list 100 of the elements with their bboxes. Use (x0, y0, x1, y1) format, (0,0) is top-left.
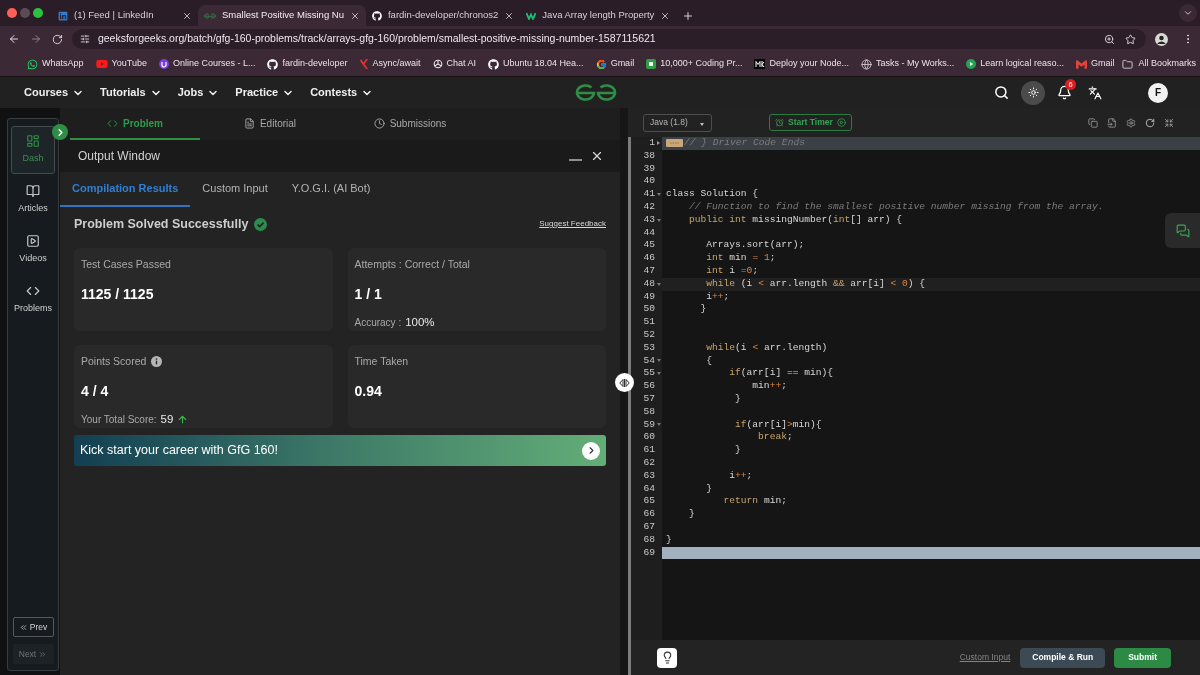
line-number: 63 (643, 469, 655, 483)
banner-arrow-button[interactable] (582, 441, 600, 460)
all-bookmarks-button[interactable]: All Bookmarks (1122, 57, 1196, 71)
browser-tab[interactable]: Java Array length Property (520, 5, 677, 26)
problem-tab[interactable]: Submissions (340, 108, 480, 140)
code-line: // } Driver Code Ends (684, 137, 805, 150)
reset-icon[interactable] (1145, 117, 1155, 128)
shrink-icon[interactable] (1164, 117, 1174, 128)
compile-run-button[interactable]: Compile & Run (1020, 647, 1106, 668)
code-line: int min = 1; (705, 252, 776, 265)
nav-menu[interactable]: Contests (310, 84, 374, 101)
address-bar[interactable]: geeksforgeeks.org/batch/gfg-160-problems/track/arrays-gfg-160/problem/smallest-positive-missing-number-1587115621 (71, 29, 1147, 49)
banner-text: Kick start your career with GfG 160! (80, 442, 278, 460)
sidebar-item[interactable]: Articles (11, 176, 55, 224)
fold-arrow-icon[interactable] (656, 423, 661, 427)
nav-menu[interactable]: Tutorials (100, 84, 162, 101)
code-line: return min; (722, 495, 787, 509)
bookmark-item[interactable]: Ubuntu 18.04 Hea... (488, 57, 584, 71)
output-tab[interactable]: Y.O.G.I. (AI Bot) (279, 172, 383, 207)
site-settings-icon[interactable] (79, 34, 90, 44)
code-line: i++; (728, 469, 753, 483)
bookmark-item[interactable]: fardin-developer (267, 57, 348, 71)
translate-icon[interactable] (1088, 85, 1102, 100)
line-number: 57 (643, 392, 655, 406)
sidebar-item[interactable]: Problems (11, 276, 55, 324)
info-icon[interactable] (151, 356, 163, 368)
new-tab-icon[interactable] (682, 9, 695, 22)
forward-icon[interactable] (29, 33, 42, 45)
fold-arrow-icon[interactable] (656, 218, 661, 222)
code-line: } (734, 444, 741, 457)
sidebar-item[interactable]: Dash (11, 126, 55, 174)
start-timer-button[interactable]: Start Timer (769, 114, 852, 131)
user-avatar[interactable]: F (1148, 82, 1168, 103)
copy-icon[interactable] (1088, 117, 1098, 128)
nav-menu[interactable]: Courses (24, 84, 85, 101)
play-circle-icon (836, 118, 846, 127)
bookmark-item[interactable]: Gmail (595, 57, 635, 71)
theme-toggle[interactable] (1021, 80, 1045, 105)
zoom-icon[interactable] (1104, 33, 1116, 45)
code-line: if(arr[i]>min){ (734, 418, 822, 432)
problem-tab[interactable]: Editorial (200, 108, 340, 140)
bookmark-star-icon[interactable] (1125, 33, 1137, 45)
card-value: 1125 / 1125 (81, 284, 155, 304)
code-line: i++; (705, 290, 730, 304)
nav-menu[interactable]: Practice (235, 84, 295, 101)
browser-tab[interactable]: Smallest Positive Missing Nu (198, 5, 366, 26)
language-select[interactable]: Java (1.8) (643, 113, 712, 132)
fold-arrow-icon[interactable] (657, 141, 660, 146)
card-title: Test Cases Passed (81, 257, 171, 272)
submit-button[interactable]: Submit (1114, 647, 1171, 668)
square-logo-icon (646, 59, 657, 69)
fold-arrow-icon[interactable] (656, 193, 661, 197)
bookmark-item[interactable]: Online Courses - L... (158, 57, 256, 71)
bookmark-item[interactable]: WhatsApp (27, 57, 84, 71)
folded-code-icon[interactable] (666, 139, 683, 148)
chat-button[interactable] (1165, 213, 1200, 248)
line-number: 39 (643, 162, 655, 176)
search-icon[interactable] (994, 85, 1009, 100)
line-number: 52 (643, 328, 655, 342)
output-tab[interactable]: Custom Input (190, 172, 280, 207)
line-number: 46 (643, 252, 655, 265)
fold-arrow-icon[interactable] (656, 282, 661, 286)
line-number: 43 (643, 213, 655, 227)
settings-icon[interactable] (1126, 117, 1136, 128)
browser-tab[interactable]: (1) Feed | LinkedIn (52, 5, 198, 26)
close-icon[interactable] (590, 149, 604, 163)
sidebar-item[interactable]: Videos (11, 226, 55, 274)
close-icon[interactable] (504, 10, 515, 21)
back-icon[interactable] (8, 33, 20, 45)
line-number: 53 (643, 341, 655, 355)
bookmark-item[interactable]: Deploy your Node... (754, 57, 849, 71)
bookmark-item[interactable]: Async/await (359, 57, 421, 71)
reload-icon[interactable] (51, 33, 63, 45)
output-tab[interactable]: Compilation Results (60, 172, 191, 207)
bookmark-item[interactable]: Chat AI (432, 57, 477, 71)
feedback-link[interactable]: Suggest Feedback (539, 218, 606, 230)
window-title: Output Window (78, 148, 161, 165)
fold-arrow-icon[interactable] (656, 359, 661, 363)
close-icon[interactable] (182, 10, 192, 21)
bookmark-item[interactable]: Tasks - My Works... (861, 57, 955, 71)
bookmark-item[interactable]: YouTube (95, 57, 147, 71)
browser-tab[interactable]: fardin-developer/chronos2 (365, 5, 521, 26)
maximize-window-icon[interactable] (33, 8, 43, 18)
prev-button[interactable]: Prev (12, 617, 54, 637)
promo-banner[interactable]: Kick start your career with GfG 160! (74, 435, 606, 466)
bookmark-item[interactable]: Learn logical reaso... (966, 57, 1064, 71)
line-number: 69 (643, 546, 655, 560)
bookmark-item[interactable]: 10,000+ Coding Pr... (646, 57, 743, 71)
close-window-icon[interactable] (7, 8, 17, 18)
notification-icon[interactable] (1057, 85, 1072, 100)
file-input-icon[interactable] (1107, 117, 1117, 128)
custom-input-link[interactable]: Custom Input (959, 651, 1011, 664)
nav-menu[interactable]: Jobs (177, 84, 220, 101)
close-icon[interactable] (660, 10, 671, 21)
bookmark-item[interactable]: Gmail (1075, 57, 1115, 71)
check-circle-icon (254, 217, 268, 231)
profile-avatar-icon[interactable] (1155, 32, 1169, 46)
hint-button[interactable] (657, 647, 677, 668)
fold-arrow-icon[interactable] (656, 372, 661, 376)
close-icon[interactable] (349, 10, 360, 21)
